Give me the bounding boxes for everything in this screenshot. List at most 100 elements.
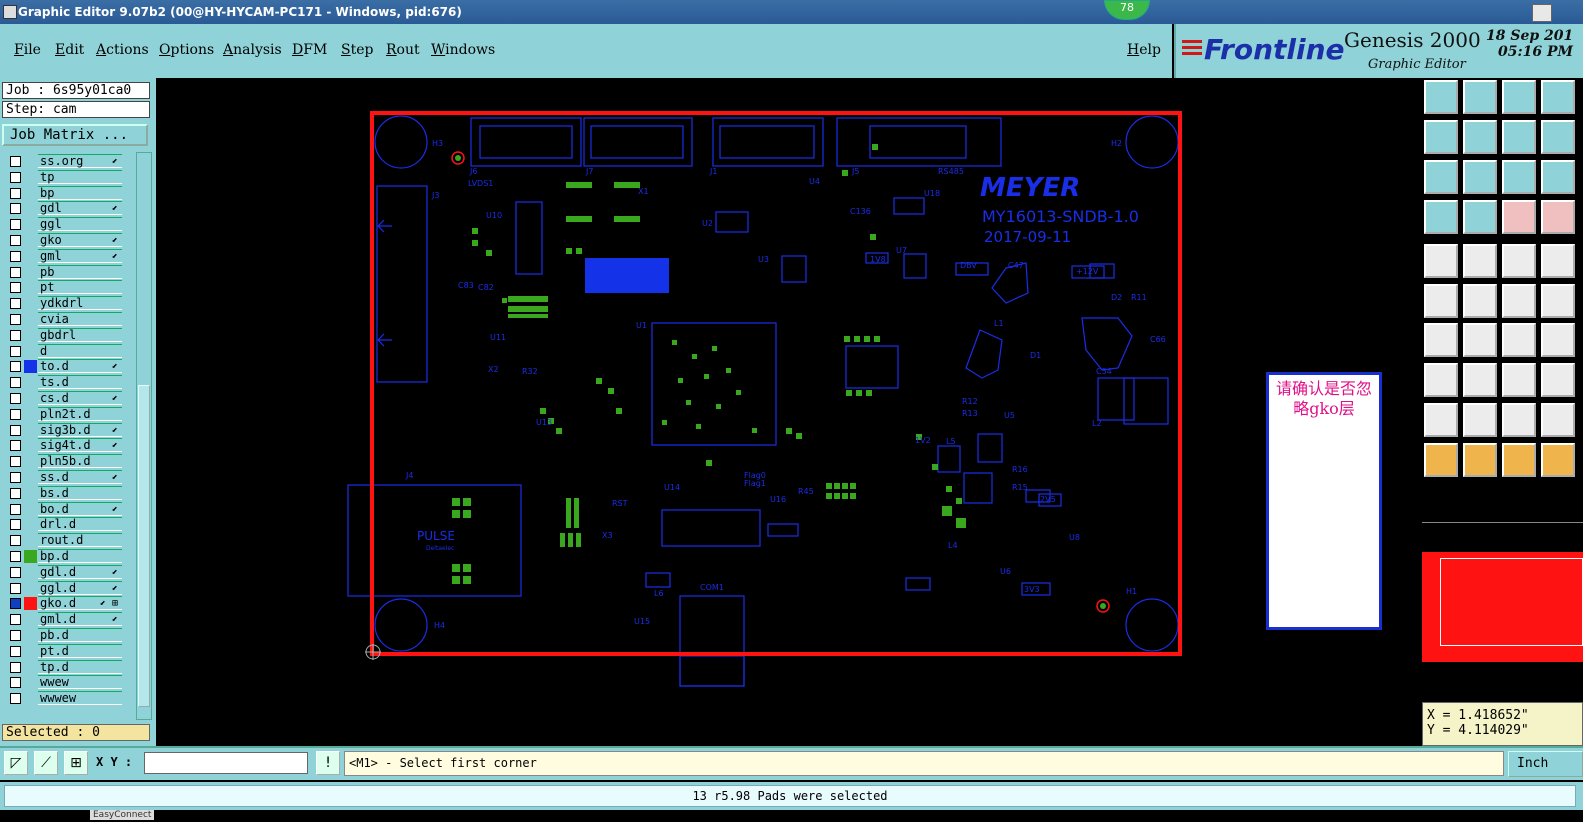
menu-help[interactable]: Help xyxy=(1127,42,1161,58)
layer-row[interactable]: bp.d xyxy=(4,548,122,565)
layer-checkbox[interactable] xyxy=(10,298,21,310)
layer-checkbox[interactable] xyxy=(10,408,21,420)
resize-icon[interactable] xyxy=(1502,363,1536,397)
triangle-text-icon[interactable] xyxy=(1463,403,1497,437)
layer-checkbox[interactable] xyxy=(10,329,21,341)
layer-name[interactable]: tp.d xyxy=(38,659,122,674)
minimize-button[interactable] xyxy=(1532,4,1552,22)
xy-input[interactable] xyxy=(144,752,308,774)
layer-name[interactable]: bp xyxy=(38,185,122,200)
connect-icon[interactable] xyxy=(1502,284,1536,318)
pan-left-icon[interactable] xyxy=(1424,120,1458,154)
layer-row[interactable]: gko ⬋ xyxy=(4,232,122,249)
save-icon[interactable] xyxy=(1463,80,1497,114)
circle-icon[interactable] xyxy=(1541,244,1575,278)
print-icon[interactable] xyxy=(1541,80,1575,114)
layer-row[interactable]: pln2t.d xyxy=(4,406,122,423)
arch-icon[interactable] xyxy=(1502,403,1536,437)
layer-name[interactable]: tp xyxy=(38,169,122,184)
layer-color-swatch[interactable] xyxy=(24,171,37,184)
menu-windows[interactable]: Windows xyxy=(431,42,495,58)
pad-icon[interactable] xyxy=(1424,244,1458,278)
add-pad-icon[interactable] xyxy=(1424,363,1458,397)
layer-row[interactable]: bo.d ⬋ xyxy=(4,501,122,518)
layer-name[interactable]: gdl ⬋ xyxy=(38,201,122,216)
layer-color-swatch[interactable] xyxy=(24,250,37,263)
layer-name[interactable]: gml.d ⬋ xyxy=(38,612,122,627)
layer-color-swatch[interactable] xyxy=(24,534,37,547)
select-step-icon[interactable] xyxy=(1541,443,1575,477)
layer-color-swatch[interactable] xyxy=(24,518,37,531)
pcb-view[interactable]: MEYER MY16013-SNDB-1.0 2017-09-11 PULSE … xyxy=(156,78,1420,746)
overview-preview[interactable] xyxy=(1422,482,1583,702)
layer-checkbox[interactable] xyxy=(10,535,21,547)
layer-name[interactable]: pt xyxy=(38,280,122,295)
layer-row[interactable]: sig4t.d ⬋ xyxy=(4,438,122,454)
layer-color-swatch[interactable] xyxy=(24,566,37,579)
home-icon[interactable] xyxy=(1502,80,1536,114)
layer-row[interactable]: sig3b.d ⬋ xyxy=(4,422,122,439)
layer-color-swatch[interactable] xyxy=(24,329,37,342)
layer-name[interactable]: bo.d ⬋ xyxy=(38,501,122,516)
layer-color-swatch[interactable] xyxy=(24,471,37,484)
layer-name[interactable]: gbdrl xyxy=(38,327,122,342)
layer-name[interactable]: bp.d xyxy=(38,548,122,563)
layer-row[interactable]: cs.d ⬋ xyxy=(4,390,122,407)
help-icon[interactable] xyxy=(1541,160,1575,194)
layer-checkbox[interactable] xyxy=(10,487,21,499)
layer-name[interactable]: pt.d xyxy=(38,643,122,658)
bracket-icon[interactable] xyxy=(1541,323,1575,357)
scrollbar-thumb[interactable] xyxy=(138,385,150,707)
layer-checkbox[interactable] xyxy=(10,471,21,483)
snap-angle-icon[interactable]: ⟋ xyxy=(34,751,58,775)
layer-checkbox[interactable] xyxy=(10,313,21,325)
layer-color-swatch[interactable] xyxy=(24,439,37,452)
menu-rout[interactable]: Rout xyxy=(386,42,420,58)
layer-name[interactable]: wwwew xyxy=(38,691,122,706)
layer-row[interactable]: to.d ⬋ xyxy=(4,359,122,375)
layer-row[interactable]: drl.d xyxy=(4,517,122,533)
layer-name[interactable]: gml ⬋ xyxy=(38,248,122,263)
layer-name[interactable]: cvia xyxy=(38,311,122,326)
layer-name[interactable]: sig3b.d ⬋ xyxy=(38,422,122,437)
layer-checkbox[interactable] xyxy=(10,677,21,689)
layer-color-swatch[interactable] xyxy=(24,345,37,358)
layer-name[interactable]: ss.d ⬋ xyxy=(38,469,122,484)
layer-color-swatch[interactable] xyxy=(24,297,37,310)
layer-row[interactable]: pln5b.d xyxy=(4,454,122,470)
pan-right-icon[interactable] xyxy=(1463,120,1497,154)
copy-icon[interactable] xyxy=(1541,120,1575,154)
layer-name[interactable]: ss.org ⬋ xyxy=(38,154,122,168)
layer-color-swatch[interactable] xyxy=(24,360,37,374)
menu-analysis[interactable]: Analysis xyxy=(223,42,282,58)
layer-name[interactable]: ydkdrl xyxy=(38,296,122,311)
layer-color-swatch[interactable] xyxy=(24,629,37,642)
select-pointer-icon[interactable] xyxy=(1424,443,1458,477)
layer-color-swatch[interactable] xyxy=(24,218,37,231)
ruler-icon[interactable] xyxy=(1502,244,1536,278)
layer-color-swatch[interactable] xyxy=(24,266,37,279)
snap-icon[interactable] xyxy=(1463,200,1497,234)
layer-row[interactable]: ss.d ⬋ xyxy=(4,469,122,486)
net-icon[interactable] xyxy=(1424,284,1458,318)
menu-dfm[interactable]: DFM xyxy=(292,42,327,58)
layer-name[interactable]: pln5b.d xyxy=(38,454,122,469)
alert-icon[interactable]: ! xyxy=(316,751,340,775)
layer-row[interactable]: ggl xyxy=(4,217,122,233)
layer-color-swatch[interactable] xyxy=(24,234,37,247)
layer-checkbox[interactable] xyxy=(10,424,21,436)
layer-scrollbar[interactable] xyxy=(136,152,152,720)
layer-name[interactable]: gdl.d ⬋ xyxy=(38,564,122,579)
layer-checkbox[interactable] xyxy=(10,266,21,278)
layer-compare-icon[interactable] xyxy=(1541,200,1575,234)
minus-icon[interactable] xyxy=(1463,363,1497,397)
layer-checkbox[interactable] xyxy=(10,456,21,468)
layer-color-swatch[interactable] xyxy=(24,455,37,468)
confirm-dialog[interactable]: 请确认是否忽略gko层 xyxy=(1266,372,1382,630)
layer-row[interactable]: gko.d ⬋ ⊞ xyxy=(4,596,122,612)
menu-options[interactable]: Options xyxy=(159,42,214,58)
menu-actions[interactable]: Actions xyxy=(96,42,149,58)
layer-color-swatch[interactable] xyxy=(24,503,37,516)
layer-checkbox[interactable] xyxy=(10,377,21,389)
menu-step[interactable]: Step xyxy=(341,42,373,58)
